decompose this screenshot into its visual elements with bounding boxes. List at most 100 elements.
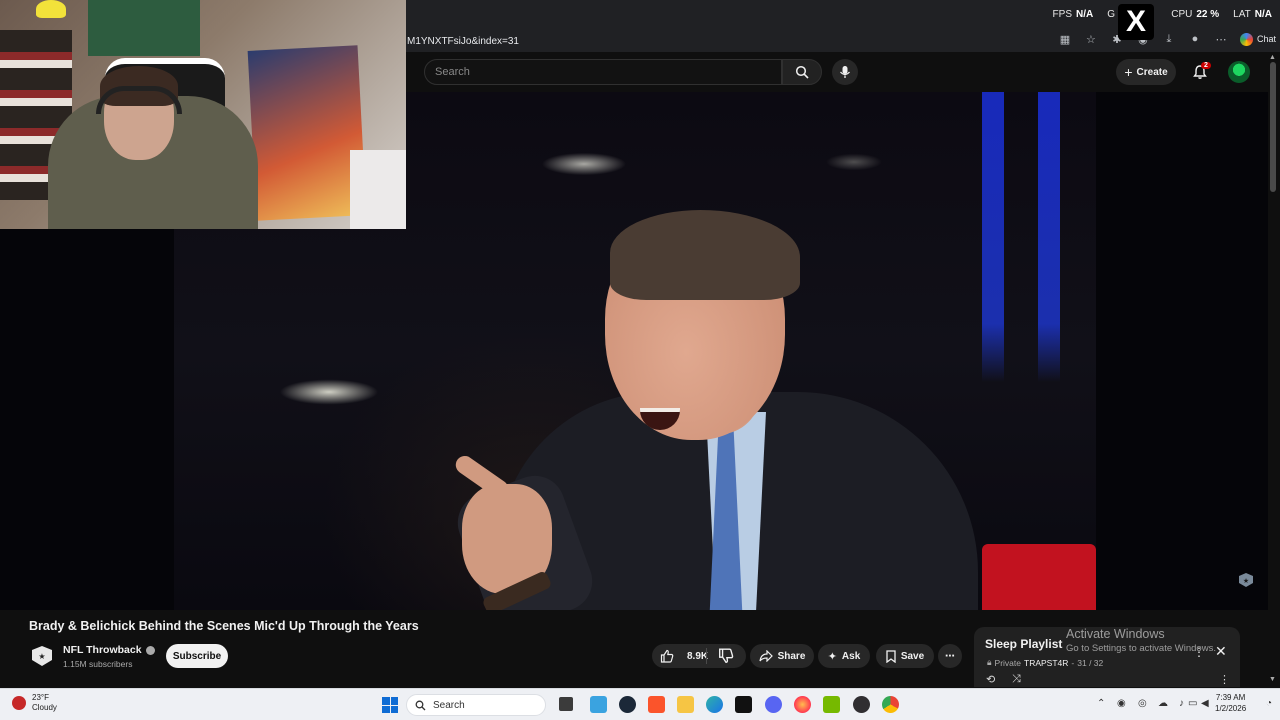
save-label: Save — [900, 650, 925, 662]
tray-volume-icon[interactable]: ◀ — [1201, 698, 1209, 709]
ask-label: Ask — [841, 650, 861, 662]
tray-microphone-icon[interactable]: ♪ — [1179, 698, 1184, 709]
weather-temperature: 23°F — [32, 693, 49, 702]
account-avatar[interactable] — [1228, 61, 1250, 83]
discord-icon[interactable] — [765, 696, 782, 713]
copilot-icon — [1239, 32, 1253, 46]
brave-icon[interactable] — [648, 696, 665, 713]
taskbar-search-label: Search — [433, 699, 465, 711]
playlist-meta: 🔒︎ Private TRAPST4R - 31 / 32 — [987, 657, 1104, 668]
notepad-icon[interactable] — [590, 696, 607, 713]
notification-bell-icon[interactable]: ◔ — [1266, 698, 1272, 709]
playlist-more-icon[interactable]: ⋮ — [1193, 645, 1205, 659]
firefox-icon[interactable] — [794, 696, 811, 713]
taskbar-search[interactable]: Search — [406, 694, 546, 716]
cpu-label: CPU — [1171, 9, 1193, 20]
tray-network-icon[interactable]: ▭ — [1188, 698, 1197, 709]
start-menu-icon[interactable] — [382, 697, 398, 713]
windows-taskbar: 23°F Cloudy — [0, 688, 1280, 720]
menu-dots-icon[interactable]: ⋯ — [1214, 32, 1228, 46]
webcam-wall-art — [88, 0, 200, 56]
search-box[interactable] — [424, 59, 782, 85]
file-explorer-icon[interactable] — [677, 696, 694, 713]
scroll-down-arrow-icon[interactable]: ▼ — [1269, 676, 1276, 683]
latency-value: N/A — [1254, 9, 1272, 20]
ask-button[interactable]: ✦ Ask — [818, 644, 870, 668]
playlist-options-icon[interactable]: ⋮ — [1219, 673, 1230, 686]
fps-label: FPS — [1052, 9, 1072, 20]
channel-watermark-icon[interactable]: ★ — [1238, 572, 1254, 588]
chrome-icon[interactable] — [882, 696, 899, 713]
split-view-icon[interactable]: ▦ — [1058, 32, 1072, 46]
playlist-owner[interactable]: TRAPST4R — [1024, 658, 1068, 668]
search-button[interactable] — [782, 59, 822, 85]
webcam-white-bin — [350, 150, 406, 229]
bookmark-star-icon[interactable]: ☆ — [1084, 32, 1098, 46]
weather-condition: Cloudy — [32, 703, 57, 712]
bookmark-icon — [886, 649, 896, 663]
profile-icon[interactable]: ● — [1188, 32, 1202, 46]
shuffle-icon[interactable]: ⤨ — [1012, 673, 1021, 686]
microphone-icon — [840, 66, 850, 78]
webcam-headset — [96, 86, 182, 114]
more-actions-button[interactable]: ⋯ — [938, 644, 962, 668]
download-icon[interactable]: ⤓ — [1162, 32, 1176, 46]
url-text[interactable]: M1YNXTFsiJo&index=31 — [406, 36, 519, 47]
taskbar-search-icon — [415, 700, 426, 710]
search-input[interactable] — [425, 60, 781, 84]
fps-readout: FPS N/A — [1053, 9, 1094, 20]
browser-toolbar-icons: ▦ ☆ ✱ ◉ ⤓ ● ⋯ Chat — [1058, 32, 1276, 46]
search-icon — [795, 65, 809, 79]
notification-badge: 2 — [1201, 62, 1211, 69]
subscribe-button[interactable]: Subscribe — [166, 644, 228, 668]
share-arrow-icon — [758, 650, 773, 662]
presenter-hair — [610, 210, 800, 300]
tray-app-icon[interactable]: ◎ — [1138, 698, 1147, 709]
cpu-readout: CPU 22 % — [1171, 9, 1219, 20]
gpu-label: G — [1107, 9, 1116, 20]
tray-cloud-icon[interactable]: ☁ — [1158, 698, 1168, 709]
loop-icon[interactable]: ⟲ — [986, 673, 995, 686]
share-label: Share — [777, 650, 806, 662]
sparkle-icon: ✦ — [827, 650, 837, 663]
more-dots-icon: ⋯ — [945, 650, 955, 662]
scroll-up-arrow-icon[interactable]: ▲ — [1269, 54, 1276, 61]
webcam-yellow-hat — [36, 0, 66, 18]
channel-name[interactable]: NFL Throwback — [63, 644, 142, 656]
playlist-privacy: Private — [994, 657, 1021, 668]
save-button[interactable]: Save — [876, 644, 934, 668]
svg-text:★: ★ — [1243, 577, 1249, 585]
page-scrollbar-thumb[interactable] — [1270, 62, 1276, 192]
channel-logo-icon[interactable]: ★ — [32, 646, 52, 666]
create-button[interactable]: + Create — [1116, 59, 1176, 85]
clock-time: 7:39 AM — [1215, 693, 1246, 702]
channel-name-link[interactable]: NFL Throwback — [63, 644, 155, 656]
steam-icon[interactable] — [619, 696, 636, 713]
create-label: Create — [1136, 66, 1168, 78]
weather-widget[interactable]: 23°F Cloudy — [12, 693, 57, 713]
share-button[interactable]: Share — [750, 644, 814, 668]
like-count: 8.9K — [687, 650, 709, 662]
nvidia-icon[interactable] — [823, 696, 840, 713]
streamer-webcam — [0, 0, 406, 229]
playlist-close-icon[interactable]: ✕ — [1215, 643, 1227, 660]
tray-steam-icon[interactable]: ◉ — [1117, 698, 1126, 709]
edge-icon[interactable] — [706, 696, 723, 713]
thumbs-up-icon — [660, 649, 674, 663]
thumbs-down-icon[interactable] — [718, 648, 734, 664]
video-title: Brady & Belichick Behind the Scenes Mic'… — [29, 619, 419, 633]
task-view-icon[interactable] — [559, 697, 573, 711]
verified-badge-icon — [145, 645, 155, 655]
subscriber-count: 1.15M subscribers — [63, 659, 133, 669]
voice-search-button[interactable] — [832, 59, 858, 85]
tray-overflow-icon[interactable]: ⌃ — [1097, 698, 1105, 709]
system-clock[interactable]: 7:39 AM 1/2/2026 — [1215, 692, 1246, 714]
lock-icon: 🔒︎ — [987, 657, 992, 667]
obs-icon[interactable] — [853, 696, 870, 713]
studio-light-left — [982, 92, 1004, 382]
latency-readout: LAT N/A — [1233, 9, 1272, 20]
chat-button[interactable]: Chat — [1239, 32, 1276, 46]
youtube-header: + Create 2 — [406, 52, 1280, 92]
tiktok-icon[interactable] — [735, 696, 752, 713]
playlist-title[interactable]: Sleep Playlist — [985, 637, 1062, 651]
